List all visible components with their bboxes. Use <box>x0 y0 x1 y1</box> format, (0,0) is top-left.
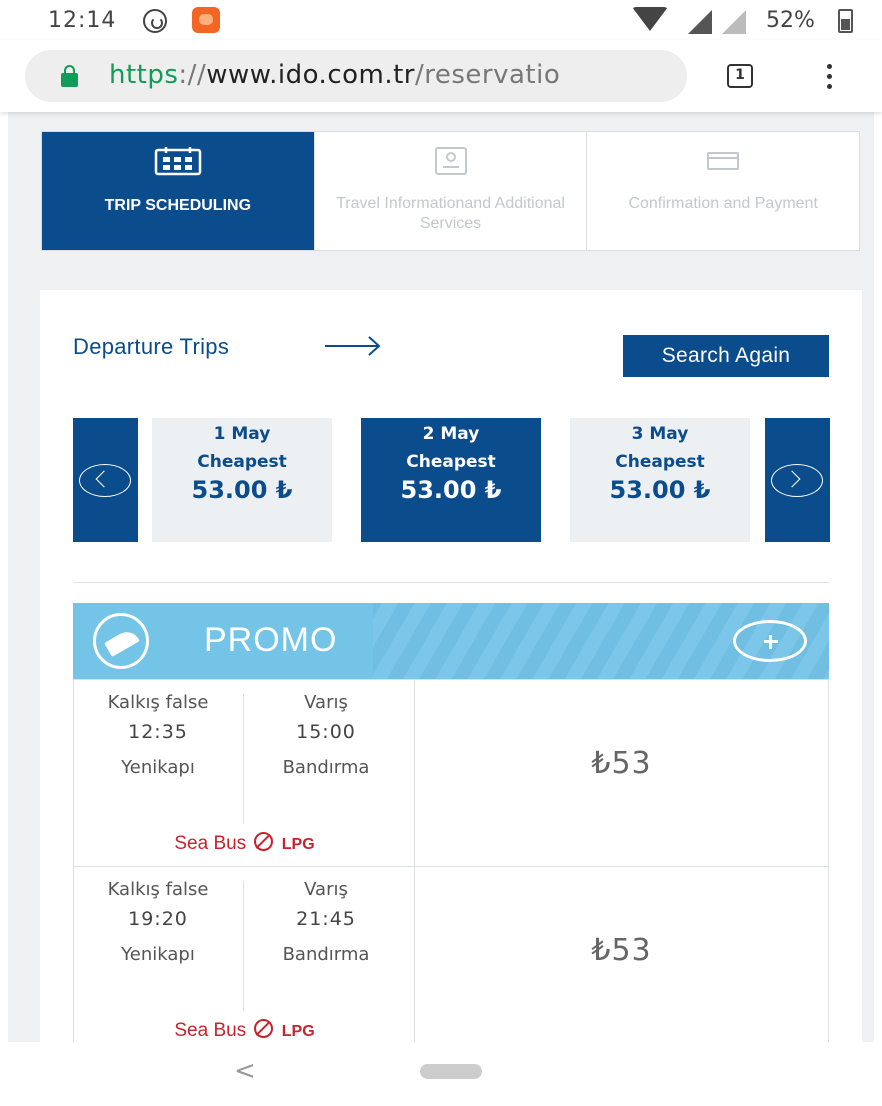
trip-price: ₺53 <box>591 746 652 781</box>
cheapest-label: Cheapest <box>406 452 496 472</box>
search-again-button[interactable]: Search Again <box>623 335 829 377</box>
step-confirmation-payment[interactable]: Confirmation and Payment <box>586 132 859 250</box>
divider <box>73 582 829 583</box>
date-price: 53.00 ₺ <box>191 476 293 504</box>
promo-title: PROMO <box>204 621 338 659</box>
calendar-icon <box>154 146 202 180</box>
back-icon[interactable]: < <box>234 1056 256 1086</box>
vessel-type: Sea Bus <box>174 833 247 854</box>
trip-results-card: Departure Trips Search Again 1 May Cheap… <box>40 290 862 1042</box>
arrival-port: Bandırma <box>282 757 370 778</box>
arrival-port: Bandırma <box>282 944 370 965</box>
overflow-menu-icon[interactable] <box>826 64 834 92</box>
date-card-2-may[interactable]: 2 May Cheapest 53.00 ₺ <box>361 418 541 542</box>
previous-date-button[interactable] <box>73 418 138 542</box>
arrow-right-icon <box>323 334 383 362</box>
arrival-label: Varış <box>304 692 348 713</box>
vessel-info: Sea Bus LPG <box>74 832 415 855</box>
trip-price: ₺53 <box>591 933 652 968</box>
arrival-label: Varış <box>304 879 348 900</box>
credit-card-icon <box>706 146 740 180</box>
url-host: www.ido.com.tr <box>206 60 415 90</box>
trip-schedule: Kalkış false 12:35 Yenikapı Varış 15:00 … <box>74 680 415 866</box>
trip-row[interactable]: Kalkış false 12:35 Yenikapı Varış 15:00 … <box>73 679 829 867</box>
arrival-time: 15:00 <box>296 721 356 743</box>
departure-trips-title: Departure Trips <box>73 334 230 359</box>
browser-toolbar: https://www.ido.com.tr/reservatio 1 <box>0 40 882 112</box>
whatsapp-icon <box>143 9 167 33</box>
date-card-1-may[interactable]: 1 May Cheapest 53.00 ₺ <box>152 418 332 542</box>
status-time: 12:14 <box>48 8 117 33</box>
status-bar: 12:14 52% <box>0 0 882 40</box>
passenger-card-icon <box>434 146 468 180</box>
promo-logo-icon <box>93 613 149 669</box>
departure-time: 19:20 <box>128 908 188 930</box>
vessel-type: Sea Bus <box>174 1020 247 1041</box>
departure-port: Yenikapı <box>121 757 195 778</box>
promo-banner: PROMO <box>73 603 829 679</box>
arrival-column: Varış 21:45 Bandırma <box>246 879 406 965</box>
url-separator: :// <box>178 60 207 90</box>
url-text[interactable]: https://www.ido.com.tr/reservatio <box>109 60 560 90</box>
cheapest-label: Cheapest <box>197 452 287 472</box>
step-label: TRIP SCHEDULING <box>104 197 252 214</box>
wifi-icon <box>632 7 668 31</box>
date-price: 53.00 ₺ <box>609 476 711 504</box>
trip-schedule: Kalkış false 19:20 Yenikapı Varış 21:45 … <box>74 867 415 1042</box>
date-card-3-may[interactable]: 3 May Cheapest 53.00 ₺ <box>570 418 750 542</box>
fuel-type: LPG <box>281 1023 315 1040</box>
page-content: TRIP SCHEDULING Travel Informationand Ad… <box>8 112 874 1042</box>
booking-steps: TRIP SCHEDULING Travel Informationand Ad… <box>41 131 860 251</box>
plus-icon[interactable] <box>733 620 807 662</box>
date-label: 2 May <box>422 424 480 444</box>
no-entry-icon <box>254 1019 274 1038</box>
no-signal-icon <box>722 10 746 34</box>
date-price: 53.00 ₺ <box>400 476 502 504</box>
departure-label: Kalkış false <box>107 879 209 900</box>
lock-icon <box>61 65 78 87</box>
cheapest-label: Cheapest <box>615 452 705 472</box>
arrival-time: 21:45 <box>296 908 356 930</box>
arrival-column: Varış 15:00 Bandırma <box>246 692 406 778</box>
step-label: Travel Informationand Additional Service… <box>336 195 565 232</box>
url-bar[interactable]: https://www.ido.com.tr/reservatio <box>25 50 687 102</box>
date-label: 1 May <box>213 424 271 444</box>
home-button[interactable] <box>420 1064 482 1079</box>
no-entry-icon <box>254 832 274 851</box>
departure-time: 12:35 <box>128 721 188 743</box>
app-notification-icon <box>192 7 220 33</box>
step-travel-information[interactable]: Travel Informationand Additional Service… <box>313 132 587 250</box>
step-label: Confirmation and Payment <box>628 195 818 212</box>
trip-row[interactable]: Kalkış false 19:20 Yenikapı Varış 21:45 … <box>73 866 829 1042</box>
url-path: /reservatio <box>415 60 561 90</box>
battery-level: 52% <box>766 8 815 33</box>
system-nav-bar: < <box>0 1042 882 1106</box>
signal-icon <box>688 10 712 34</box>
departure-label: Kalkış false <box>107 692 209 713</box>
step-trip-scheduling[interactable]: TRIP SCHEDULING <box>42 132 314 250</box>
battery-icon <box>838 9 853 33</box>
next-date-button[interactable] <box>765 418 830 542</box>
vessel-info: Sea Bus LPG <box>74 1019 415 1042</box>
date-label: 3 May <box>631 424 689 444</box>
departure-column: Kalkış false 12:35 Yenikapı <box>78 692 238 778</box>
fuel-type: LPG <box>281 836 315 853</box>
departure-column: Kalkış false 19:20 Yenikapı <box>78 879 238 965</box>
departure-port: Yenikapı <box>121 944 195 965</box>
url-scheme: https <box>109 60 179 90</box>
tab-switcher-button[interactable]: 1 <box>727 64 753 88</box>
